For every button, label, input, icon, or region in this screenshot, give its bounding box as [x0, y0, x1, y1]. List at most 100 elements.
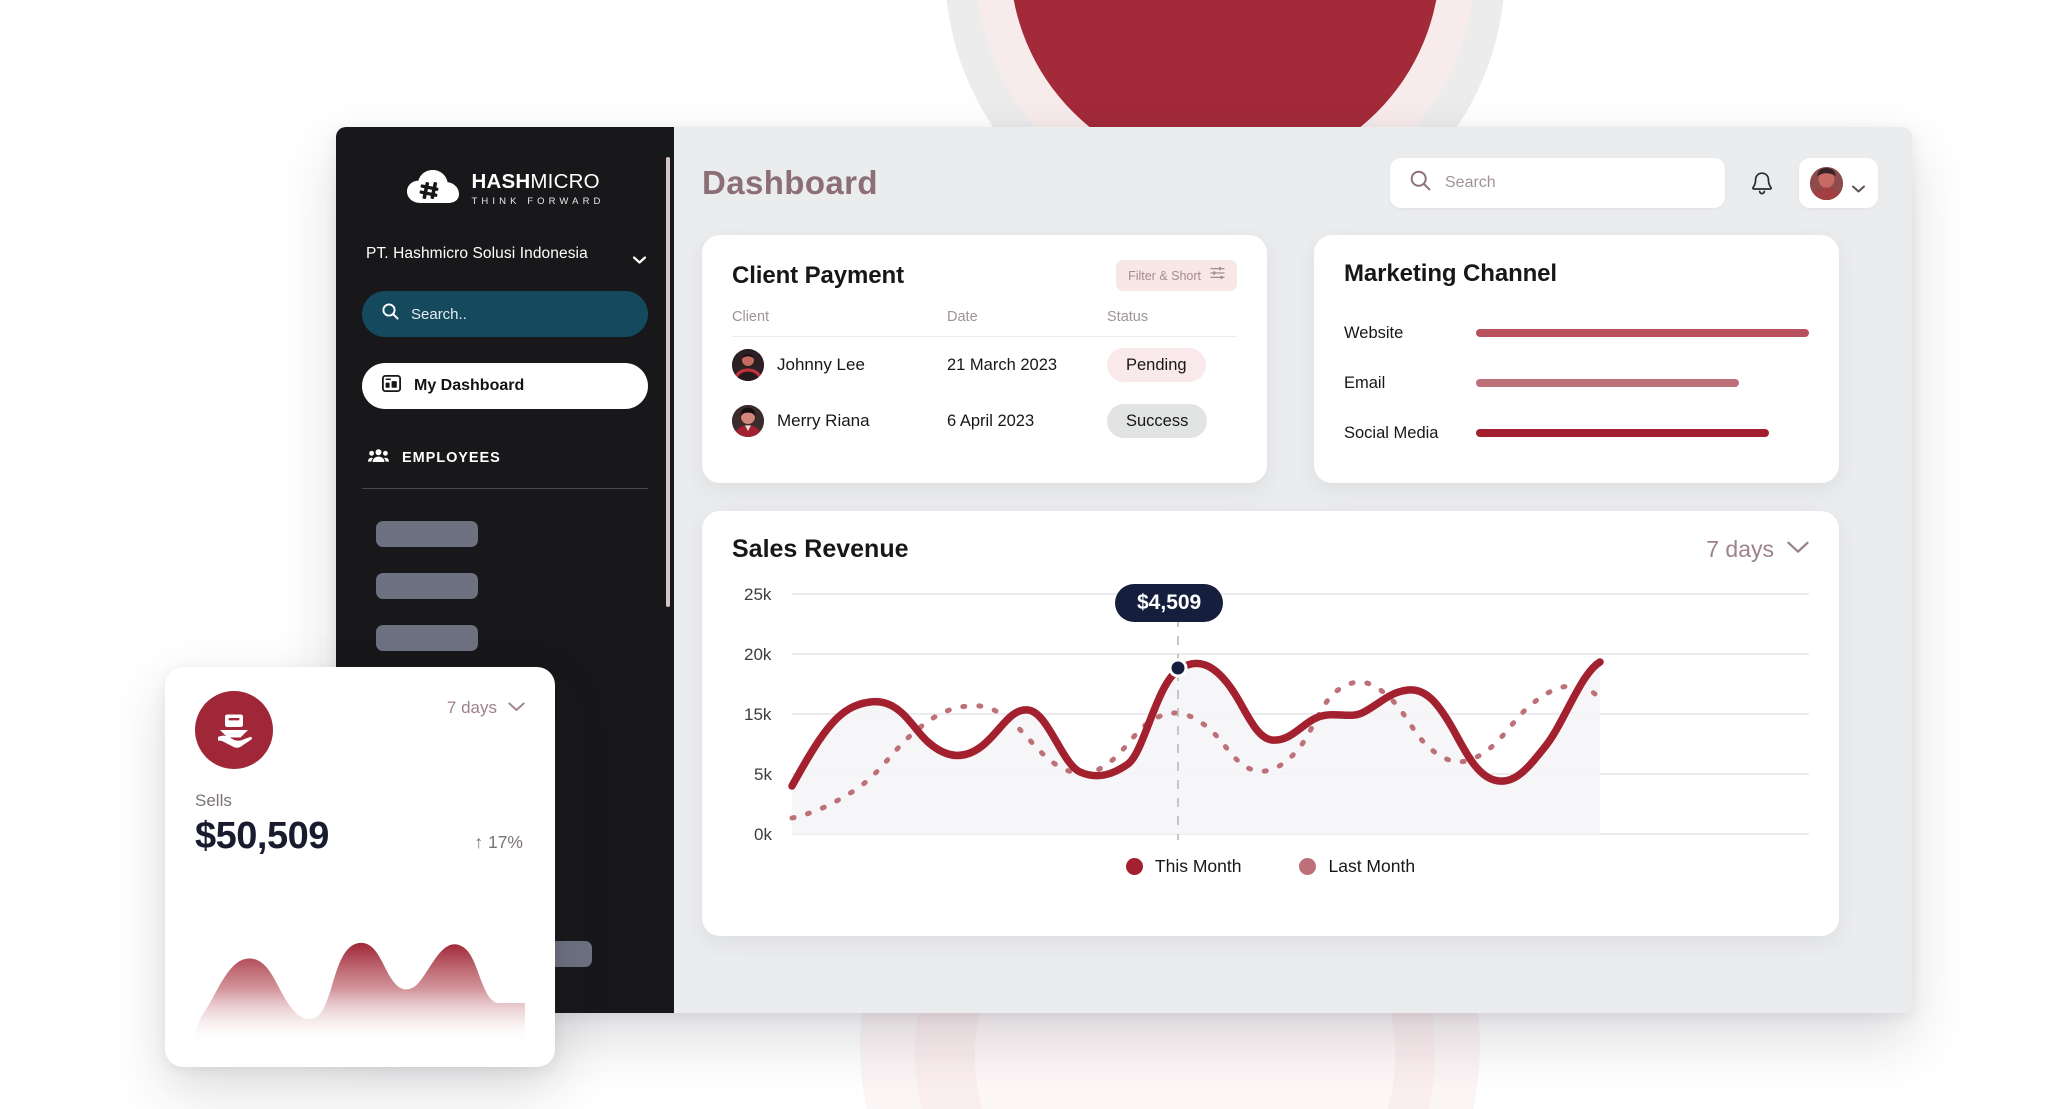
table-row[interactable]: Johnny Lee 21 March 2023 Pending	[732, 337, 1237, 393]
chart-tooltip: $4,509	[1115, 584, 1224, 622]
legend-item-this-month: This Month	[1125, 856, 1242, 877]
notification-bell-icon[interactable]	[1747, 167, 1777, 199]
sells-value-row: $50,509 ↑ 17%	[165, 811, 555, 858]
brand-wordmark: HASHMICRO THINK FORWARD	[471, 169, 605, 207]
sells-date-range-selector[interactable]: 7 days	[447, 691, 525, 718]
page-title: Dashboard	[702, 164, 878, 201]
chevron-down-icon	[508, 699, 525, 717]
sidebar-scrollbar[interactable]	[666, 157, 670, 607]
legend-label: This Month	[1154, 856, 1242, 876]
svg-text:0k: 0k	[754, 825, 772, 844]
status-badge: Success	[1107, 404, 1208, 438]
dashboard-icon	[381, 374, 402, 397]
sells-summary-card: 7 days Sells $50,509 ↑ 17%	[165, 667, 555, 1067]
client-name: Merry Riana	[777, 411, 870, 430]
chevron-down-icon	[1787, 541, 1809, 559]
svg-text:20k: 20k	[744, 645, 772, 664]
client-name: Johnny Lee	[777, 355, 865, 374]
channel-bar-track	[1476, 329, 1809, 337]
company-selector[interactable]: PT. Hashmicro Solusi Indonesia	[362, 245, 648, 264]
search-input[interactable]: Search	[1390, 158, 1725, 208]
filter-and-sort-button[interactable]: Filter & Short	[1116, 260, 1237, 291]
legend-item-last-month: Last Month	[1299, 856, 1415, 877]
company-name: PT. Hashmicro Solusi Indonesia	[366, 245, 588, 262]
card-header: Marketing Channel	[1344, 260, 1809, 288]
card-title: Marketing Channel	[1344, 260, 1557, 287]
search-icon	[1410, 170, 1431, 196]
sells-date-range-label: 7 days	[446, 698, 497, 717]
sales-hand-icon	[195, 691, 273, 769]
marketing-channel-list: Website Email Social Media	[1344, 308, 1809, 458]
chart-hover-point	[1171, 661, 1185, 675]
brand-name-bold: HASH	[471, 169, 531, 193]
top-bar: Dashboard Search	[702, 157, 1878, 209]
search-icon	[382, 303, 399, 325]
search-placeholder: Search	[1445, 174, 1496, 191]
sells-card-header: 7 days	[165, 667, 555, 769]
chart-area-fill	[792, 662, 1600, 834]
sidebar-section-label: EMPLOYEES	[402, 450, 501, 466]
chart-y-axis-labels: 25k 20k 15k 5k 0k	[744, 585, 772, 844]
chart-legend: This Month Last Month	[732, 856, 1809, 877]
column-header-client: Client	[732, 309, 770, 325]
tune-sliders-icon	[1210, 266, 1225, 285]
avatar	[732, 405, 764, 437]
payment-date: 21 March 2023	[947, 355, 1058, 374]
card-title: Sales Revenue	[732, 535, 909, 563]
svg-text:5k: 5k	[754, 765, 772, 784]
sells-area-chart	[195, 942, 525, 1045]
legend-label: Last Month	[1328, 856, 1416, 876]
sells-area-path	[195, 942, 525, 1045]
channel-label: Website	[1344, 323, 1404, 342]
column-header-date: Date	[947, 309, 978, 325]
top-bar-actions: Search	[1390, 158, 1878, 208]
marketing-channel-row: Website	[1344, 308, 1809, 358]
card-header: Sales Revenue 7 days	[732, 535, 1809, 564]
card-header: Client Payment Filter & Short	[732, 260, 1237, 291]
table-row[interactable]: Merry Riana 6 April 2023 Success	[732, 393, 1237, 449]
screenshot-root: HASHMICRO THINK FORWARD PT. Hashmicro So…	[0, 0, 2048, 1109]
app-window: HASHMICRO THINK FORWARD PT. Hashmicro So…	[336, 127, 1912, 1013]
sidebar-item-label: My Dashboard	[414, 377, 525, 394]
sidebar-search-placeholder: Search..	[411, 305, 467, 323]
sidebar-divider	[362, 488, 648, 489]
table-header-row: Client Date Status	[732, 309, 1237, 336]
profile-menu[interactable]	[1799, 158, 1878, 208]
column-header-status: Status	[1107, 309, 1149, 325]
channel-bar-track	[1476, 429, 1809, 437]
sidebar-item-employees[interactable]: EMPLOYEES	[362, 441, 648, 475]
status-badge: Pending	[1107, 348, 1206, 382]
brand-logo-area: HASHMICRO THINK FORWARD	[362, 127, 648, 209]
client-payment-card: Client Payment Filter & Short Client Dat…	[702, 235, 1267, 483]
chart-canvas: 25k 20k 15k 5k 0k	[744, 585, 1809, 844]
cards-row: Client Payment Filter & Short Client Dat…	[702, 235, 1878, 483]
people-group-icon	[368, 448, 389, 468]
sells-amount: $50,509	[195, 815, 329, 857]
sidebar-search-input[interactable]: Search..	[362, 291, 648, 337]
legend-color-swatch	[1299, 858, 1317, 875]
sales-revenue-chart: 25k 20k 15k 5k 0k $4,509	[732, 578, 1809, 846]
channel-bar-track	[1476, 379, 1809, 387]
card-title: Client Payment	[732, 261, 904, 289]
skeleton-item	[376, 573, 478, 599]
hashmicro-cloud-logo-icon	[406, 169, 460, 209]
channel-bar-fill	[1476, 429, 1770, 437]
avatar	[1810, 166, 1843, 200]
brand-name-light: MICRO	[530, 169, 600, 193]
channel-label: Social Media	[1344, 423, 1439, 442]
marketing-channel-card: Marketing Channel Website Email Social M…	[1314, 235, 1839, 483]
legend-color-swatch	[1125, 858, 1143, 875]
client-payment-table: Client Date Status Johnny Lee 21 March 2…	[732, 309, 1237, 449]
channel-bar-fill	[1476, 329, 1809, 337]
sidebar-item-my-dashboard[interactable]: My Dashboard	[362, 363, 648, 409]
chevron-down-icon	[632, 251, 647, 264]
channel-bar-fill	[1476, 379, 1740, 387]
skeleton-item	[376, 625, 478, 651]
sales-revenue-card: Sales Revenue 7 days 25k 20k 15k 5k 0k $…	[702, 511, 1839, 936]
sells-delta: ↑ 17%	[474, 832, 523, 852]
main-content: Dashboard Search Client Payment Filter &…	[674, 127, 1912, 1013]
avatar	[732, 349, 764, 381]
date-range-selector[interactable]: 7 days	[1706, 536, 1809, 563]
brand-tagline: THINK FORWARD	[471, 196, 605, 207]
date-range-label: 7 days	[1706, 536, 1774, 562]
